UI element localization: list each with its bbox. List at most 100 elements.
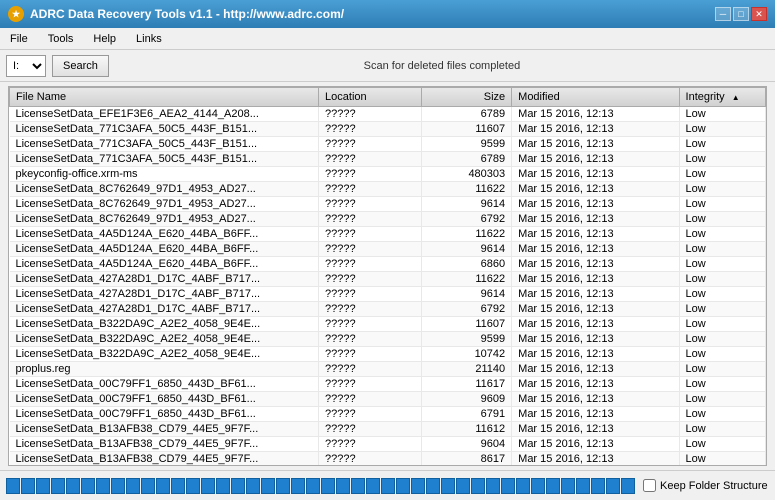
col-header-modified[interactable]: Modified — [512, 88, 679, 107]
drive-select[interactable]: I: — [6, 55, 46, 77]
progress-block — [201, 478, 215, 494]
table-row[interactable]: proplus.reg ????? 21140 Mar 15 2016, 12:… — [10, 362, 766, 377]
table-row[interactable]: LicenseSetData_EFE1F3E6_AEA2_4144_A208..… — [10, 107, 766, 122]
cell-size: 11607 — [422, 317, 512, 332]
cell-name: LicenseSetData_8C762649_97D1_4953_AD27..… — [10, 212, 319, 227]
table-row[interactable]: LicenseSetData_771C3AFA_50C5_443F_B151..… — [10, 137, 766, 152]
table-row[interactable]: LicenseSetData_4A5D124A_E620_44BA_B6FF..… — [10, 257, 766, 272]
cell-name: LicenseSetData_4A5D124A_E620_44BA_B6FF..… — [10, 227, 319, 242]
cell-location: ????? — [319, 377, 422, 392]
table-row[interactable]: LicenseSetData_B322DA9C_A2E2_4058_9E4E..… — [10, 347, 766, 362]
table-row[interactable]: LicenseSetData_00C79FF1_6850_443D_BF61..… — [10, 407, 766, 422]
progress-block — [531, 478, 545, 494]
cell-modified: Mar 15 2016, 12:13 — [512, 197, 679, 212]
maximize-button[interactable]: □ — [733, 7, 749, 21]
cell-location: ????? — [319, 437, 422, 452]
table-row[interactable]: LicenseSetData_B322DA9C_A2E2_4058_9E4E..… — [10, 332, 766, 347]
table-row[interactable]: pkeyconfig-office.xrm-ms ????? 480303 Ma… — [10, 167, 766, 182]
cell-integrity: Low — [679, 392, 765, 407]
progress-block — [336, 478, 350, 494]
table-row[interactable]: LicenseSetData_00C79FF1_6850_443D_BF61..… — [10, 377, 766, 392]
progress-block — [111, 478, 125, 494]
cell-location: ????? — [319, 212, 422, 227]
cell-modified: Mar 15 2016, 12:13 — [512, 272, 679, 287]
progress-block — [471, 478, 485, 494]
cell-modified: Mar 15 2016, 12:13 — [512, 377, 679, 392]
cell-name: LicenseSetData_B13AFB38_CD79_44E5_9F7F..… — [10, 422, 319, 437]
table-row[interactable]: LicenseSetData_427A28D1_D17C_4ABF_B717..… — [10, 287, 766, 302]
col-header-integrity[interactable]: Integrity ▲ — [679, 88, 765, 107]
table-row[interactable]: LicenseSetData_B322DA9C_A2E2_4058_9E4E..… — [10, 317, 766, 332]
table-row[interactable]: LicenseSetData_427A28D1_D17C_4ABF_B717..… — [10, 272, 766, 287]
cell-size: 480303 — [422, 167, 512, 182]
cell-modified: Mar 15 2016, 12:13 — [512, 152, 679, 167]
search-button[interactable]: Search — [52, 55, 109, 77]
cell-location: ????? — [319, 347, 422, 362]
table-row[interactable]: LicenseSetData_4A5D124A_E620_44BA_B6FF..… — [10, 227, 766, 242]
table-row[interactable]: LicenseSetData_B13AFB38_CD79_44E5_9F7F..… — [10, 452, 766, 467]
cell-size: 11612 — [422, 422, 512, 437]
progress-block — [456, 478, 470, 494]
cell-integrity: Low — [679, 407, 765, 422]
progress-block — [216, 478, 230, 494]
table-row[interactable]: LicenseSetData_771C3AFA_50C5_443F_B151..… — [10, 122, 766, 137]
cell-integrity: Low — [679, 272, 765, 287]
minimize-button[interactable]: ─ — [715, 7, 731, 21]
bottom-bar: Keep Folder Structure Undelete Files — [0, 470, 775, 500]
cell-name: LicenseSetData_4A5D124A_E620_44BA_B6FF..… — [10, 257, 319, 272]
table-row[interactable]: LicenseSetData_4A5D124A_E620_44BA_B6FF..… — [10, 242, 766, 257]
table-row[interactable]: LicenseSetData_8C762649_97D1_4953_AD27..… — [10, 212, 766, 227]
menu-help[interactable]: Help — [87, 32, 122, 46]
table-row[interactable]: LicenseSetData_00C79FF1_6850_443D_BF61..… — [10, 392, 766, 407]
status-text: Scan for deleted files completed — [115, 60, 769, 72]
cell-size: 9604 — [422, 437, 512, 452]
cell-modified: Mar 15 2016, 12:13 — [512, 122, 679, 137]
menu-file[interactable]: File — [4, 32, 34, 46]
progress-blocks — [6, 478, 635, 494]
table-header-row: File Name Location Size Modified Integri… — [10, 88, 766, 107]
toolbar: I: Search Scan for deleted files complet… — [0, 50, 775, 82]
table-row[interactable]: LicenseSetData_771C3AFA_50C5_443F_B151..… — [10, 152, 766, 167]
progress-block — [366, 478, 380, 494]
cell-location: ????? — [319, 392, 422, 407]
cell-name: LicenseSetData_771C3AFA_50C5_443F_B151..… — [10, 122, 319, 137]
cell-name: LicenseSetData_B322DA9C_A2E2_4058_9E4E..… — [10, 332, 319, 347]
cell-name: LicenseSetData_00C79FF1_6850_443D_BF61..… — [10, 377, 319, 392]
progress-block — [126, 478, 140, 494]
table-row[interactable]: LicenseSetData_B13AFB38_CD79_44E5_9F7F..… — [10, 422, 766, 437]
cell-size: 6789 — [422, 107, 512, 122]
cell-name: LicenseSetData_00C79FF1_6850_443D_BF61..… — [10, 407, 319, 422]
keep-folder-label-text: Keep Folder Structure — [660, 480, 768, 492]
cell-name: LicenseSetData_4A5D124A_E620_44BA_B6FF..… — [10, 242, 319, 257]
cell-modified: Mar 15 2016, 12:13 — [512, 407, 679, 422]
col-header-size[interactable]: Size — [422, 88, 512, 107]
cell-name: LicenseSetData_B13AFB38_CD79_44E5_9F7F..… — [10, 452, 319, 467]
cell-modified: Mar 15 2016, 12:13 — [512, 167, 679, 182]
file-table-container[interactable]: File Name Location Size Modified Integri… — [8, 86, 767, 466]
table-row[interactable]: LicenseSetData_8C762649_97D1_4953_AD27..… — [10, 182, 766, 197]
menu-tools[interactable]: Tools — [42, 32, 80, 46]
cell-location: ????? — [319, 227, 422, 242]
progress-block — [411, 478, 425, 494]
cell-modified: Mar 15 2016, 12:13 — [512, 362, 679, 377]
menu-links[interactable]: Links — [130, 32, 168, 46]
table-row[interactable]: LicenseSetData_B13AFB38_CD79_44E5_9F7F..… — [10, 437, 766, 452]
cell-location: ????? — [319, 137, 422, 152]
progress-block — [306, 478, 320, 494]
table-row[interactable]: LicenseSetData_8C762649_97D1_4953_AD27..… — [10, 197, 766, 212]
col-header-name[interactable]: File Name — [10, 88, 319, 107]
keep-folder-checkbox[interactable] — [643, 479, 656, 492]
col-header-location[interactable]: Location — [319, 88, 422, 107]
cell-modified: Mar 15 2016, 12:13 — [512, 422, 679, 437]
close-button[interactable]: ✕ — [751, 7, 767, 21]
table-row[interactable]: LicenseSetData_427A28D1_D17C_4ABF_B717..… — [10, 302, 766, 317]
cell-location: ????? — [319, 302, 422, 317]
cell-name: LicenseSetData_427A28D1_D17C_4ABF_B717..… — [10, 272, 319, 287]
cell-modified: Mar 15 2016, 12:13 — [512, 242, 679, 257]
cell-size: 9614 — [422, 197, 512, 212]
cell-integrity: Low — [679, 437, 765, 452]
cell-modified: Mar 15 2016, 12:13 — [512, 287, 679, 302]
progress-block — [606, 478, 620, 494]
progress-block — [516, 478, 530, 494]
cell-size: 11622 — [422, 227, 512, 242]
